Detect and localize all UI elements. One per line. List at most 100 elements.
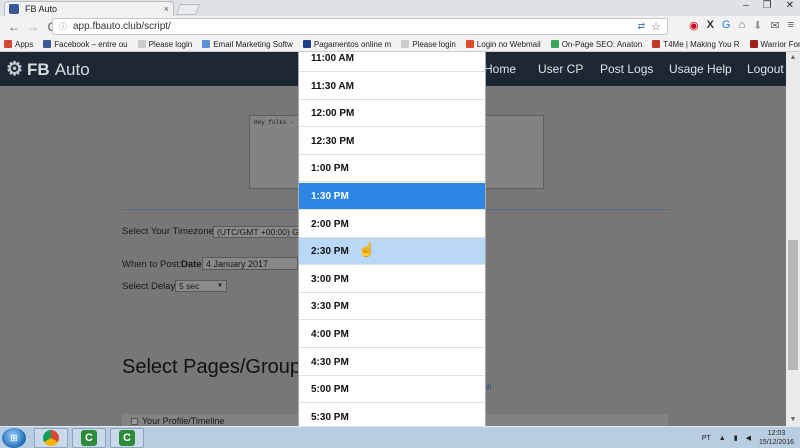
logo-auto-text: Auto <box>54 59 90 79</box>
forward-button[interactable]: → <box>25 20 41 34</box>
bookmark-label: Facebook – entre ou <box>54 39 128 49</box>
bookmark-label: Please login <box>148 39 193 49</box>
bookmark-label: Warrior Forum - The <box>760 39 800 49</box>
time-option[interactable]: 4:00 PM <box>299 321 485 348</box>
time-option[interactable]: 5:00 PM <box>299 376 485 404</box>
bookmark-item[interactable]: Warrior Forum - The <box>749 39 800 49</box>
time-option[interactable]: 1:00 PM <box>299 155 485 183</box>
bookmark-item[interactable]: Login no Webmail <box>465 40 541 49</box>
nav-usage-help[interactable]: Usage Help <box>669 62 732 76</box>
profile-row-label: Your Profile/Timeline <box>142 416 225 426</box>
language-indicator[interactable]: PT <box>702 435 711 442</box>
bookmark-favicon-icon <box>749 40 758 48</box>
nav-post-logs[interactable]: Post Logs <box>600 62 653 76</box>
translate-icon[interactable]: ⇄ <box>638 21 646 32</box>
download-extension-icon[interactable]: ⬇ <box>753 19 762 32</box>
nav-user-cp[interactable]: User CP <box>538 62 583 76</box>
time-option[interactable]: 2:30 PM <box>299 238 485 266</box>
time-option[interactable]: 4:30 PM <box>299 349 485 376</box>
when-label: When to Post: <box>122 259 182 270</box>
grammar-extension-icon[interactable]: G <box>722 19 731 32</box>
windows-taskbar: ⊞ C C PT ▲ ▮ ◀ 12:03 15/12/2016 <box>0 426 800 448</box>
bookmark-item[interactable]: Email Marketing Softw <box>202 40 293 49</box>
window-controls: – ❐ ✕ <box>743 0 794 11</box>
extension-icons: ◉ X G ⌂ ⬇ ✉ ≡ <box>689 19 794 32</box>
new-tab-button[interactable] <box>175 4 201 15</box>
time-option[interactable]: 11:30 AM <box>299 73 485 100</box>
page-info-icon[interactable]: ⓘ <box>59 21 67 32</box>
tab-close-icon[interactable]: × <box>164 4 169 14</box>
time-option[interactable]: 5:30 PM <box>299 404 485 426</box>
bookmark-favicon-icon <box>4 40 12 48</box>
bookmark-star-icon[interactable]: ☆ <box>651 20 661 33</box>
address-bar[interactable]: ⓘ app.fbauto.club/script/ ⇄ ☆ <box>52 18 668 35</box>
time-option[interactable]: 3:00 PM <box>299 266 485 293</box>
section-title: Select Pages/Groups <box>122 356 311 378</box>
bookmark-label: T4Me | Making You R <box>663 39 740 49</box>
time-option[interactable]: 3:30 PM <box>299 293 485 321</box>
profile-checkbox[interactable] <box>131 418 138 425</box>
facebook-favicon-icon <box>9 4 19 14</box>
time-option[interactable]: 1:30 PM <box>299 183 485 210</box>
delay-value: 5 sec <box>179 281 200 291</box>
bookmark-favicon-icon <box>401 40 410 48</box>
bookmark-item[interactable]: Apps <box>4 40 33 49</box>
delay-select[interactable]: 5 sec ▼ <box>175 280 227 292</box>
volume-icon[interactable]: ◀ <box>746 434 751 442</box>
minimize-button[interactable]: – <box>743 0 749 11</box>
time-option[interactable]: 12:30 PM <box>299 128 485 155</box>
bookmark-item[interactable]: Please login <box>401 40 456 49</box>
bookmark-item[interactable]: Please login <box>137 39 193 49</box>
bookmark-label: Pagamentos online m <box>313 39 392 49</box>
bookmark-label: Apps <box>15 39 34 49</box>
bookmark-favicon-icon <box>465 40 474 48</box>
taskbar-camtasia-1[interactable]: C <box>72 428 106 448</box>
nav-logout[interactable]: Logout <box>747 62 784 76</box>
browser-toolbar: ← → C ⓘ app.fbauto.club/script/ ⇄ ☆ ◉ X … <box>0 16 800 37</box>
bookmark-favicon-icon <box>137 40 146 48</box>
nav-home[interactable]: Home <box>484 62 516 76</box>
back-button[interactable]: ← <box>6 20 22 34</box>
time-option[interactable]: 12:00 PM <box>299 100 485 128</box>
start-button[interactable]: ⊞ <box>2 428 26 448</box>
scroll-up-arrow-icon[interactable]: ▲ <box>786 52 800 64</box>
x-extension-icon[interactable]: X <box>707 19 714 32</box>
camtasia-icon: C <box>81 430 97 446</box>
network-icon[interactable]: ▮ <box>734 434 738 442</box>
bookmark-label: On-Page SEO: Anaton <box>561 39 643 49</box>
lock-extension-icon[interactable]: ⌂ <box>738 19 745 32</box>
bookmark-item[interactable]: Pagamentos online m <box>302 39 392 49</box>
chrome-menu-icon[interactable]: ≡ <box>788 19 794 32</box>
time-option[interactable]: 2:00 PM <box>299 211 485 238</box>
date-label: Date <box>181 259 202 270</box>
clock-date: 15/12/2016 <box>758 439 794 446</box>
tray-arrow-icon[interactable]: ▲ <box>719 435 726 442</box>
url-text: app.fbauto.club/script/ <box>73 21 171 32</box>
opera-extension-icon[interactable]: ◉ <box>689 19 699 32</box>
bookmark-item[interactable]: T4Me | Making You R <box>652 39 740 49</box>
bookmark-item[interactable]: On-Page SEO: Anaton <box>550 39 643 49</box>
scroll-thumb[interactable] <box>788 240 798 370</box>
timezone-select[interactable]: (UTC/GMT +00:00) G <box>213 226 303 238</box>
time-option[interactable]: 11:00 AM <box>299 52 485 72</box>
system-clock[interactable]: 12:03 15/12/2016 <box>759 429 794 447</box>
page-scrollbar[interactable]: ▲ ▼ <box>786 52 800 426</box>
date-field[interactable]: 4 January 2017 <box>202 257 298 270</box>
site-logo[interactable]: ⚙ FB Auto <box>6 58 90 81</box>
bookmarks-bar: Apps Facebook – entre ou Please login Email… <box>0 37 800 52</box>
browser-tab[interactable]: FB Auto × <box>4 1 174 16</box>
mail-extension-icon[interactable]: ✉ <box>770 19 779 32</box>
scroll-down-arrow-icon[interactable]: ▼ <box>786 414 800 426</box>
maximize-button[interactable]: ❐ <box>763 0 772 11</box>
taskbar-chrome[interactable] <box>34 428 68 448</box>
time-dropdown-list[interactable]: 11:00 AM 11:30 AM 12:00 PM 12:30 PM 1:00 PM 1… <box>298 52 486 426</box>
bookmark-favicon-icon <box>43 40 52 48</box>
bookmark-favicon-icon <box>550 40 559 48</box>
close-window-button[interactable]: ✕ <box>786 0 794 11</box>
chevron-down-icon: ▼ <box>217 283 223 289</box>
chrome-icon <box>43 430 59 446</box>
taskbar-camtasia-2[interactable]: C <box>110 428 144 448</box>
timezone-label: Select Your Timezone: <box>122 226 217 237</box>
bookmark-item[interactable]: Facebook – entre ou <box>43 39 128 49</box>
gear-icon: ⚙ <box>6 59 24 80</box>
